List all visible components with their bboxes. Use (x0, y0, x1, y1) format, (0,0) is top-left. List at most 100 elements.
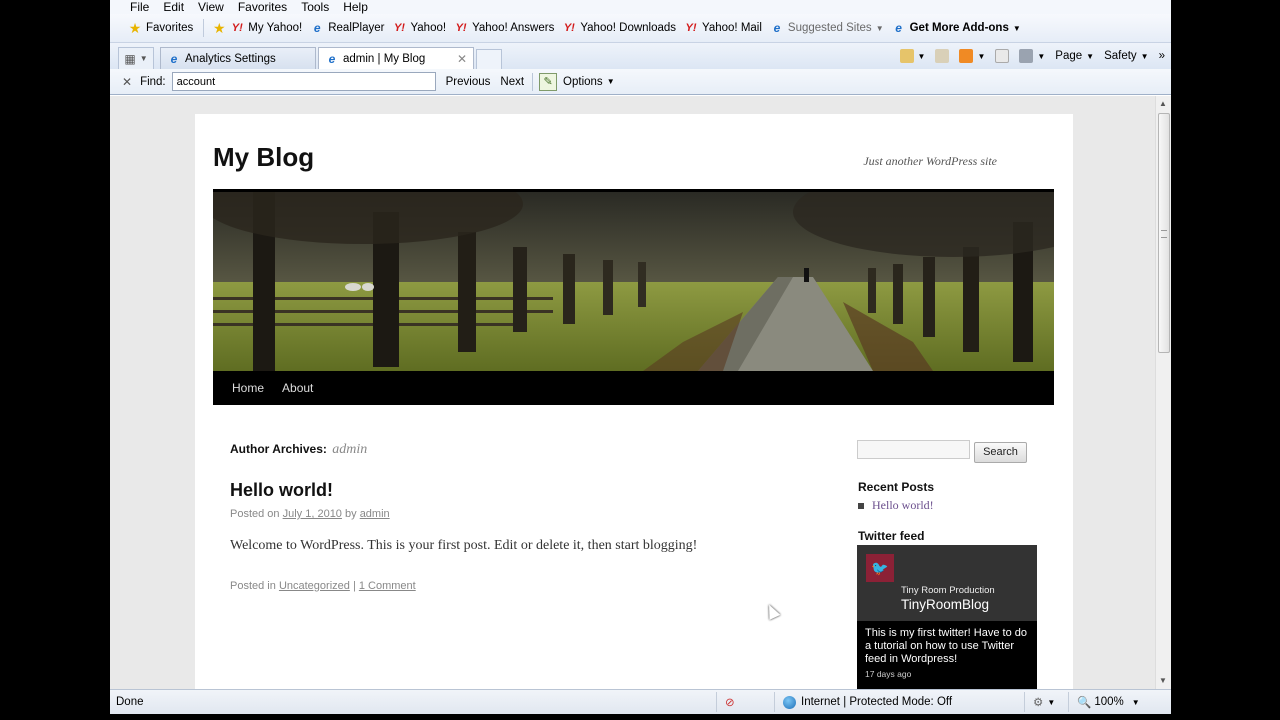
post-author-link[interactable]: admin (360, 508, 390, 520)
site-title[interactable]: My Blog (213, 142, 314, 173)
globe-icon (783, 695, 796, 709)
chevron-down-icon: ▼ (1140, 51, 1149, 61)
fav-suggested-sites[interactable]: e Suggested Sites ▼ (770, 21, 884, 35)
menu-tools[interactable]: Tools (301, 1, 329, 13)
nav-about[interactable]: About (282, 381, 313, 395)
fav-realplayer[interactable]: e RealPlayer (310, 21, 385, 35)
post-date-link[interactable]: July 1, 2010 (283, 508, 342, 520)
screen-edge (1171, 0, 1280, 720)
favorites-divider (203, 19, 205, 37)
home-button[interactable]: ▼ (899, 49, 925, 63)
blog-page: My Blog Just another WordPress site Home… (195, 114, 1073, 689)
menu-edit[interactable]: Edit (163, 1, 184, 13)
vertical-scrollbar[interactable]: ▲ ▼ (1155, 96, 1171, 689)
tab-my-blog[interactable]: e admin | My Blog ✕ (318, 47, 474, 69)
menu-help[interactable]: Help (343, 1, 368, 13)
post-category-link[interactable]: Uncategorized (279, 580, 350, 592)
chevron-down-icon: ▼ (875, 23, 884, 33)
new-tab-button[interactable] (476, 49, 502, 69)
main-nav: Home About (213, 371, 1054, 405)
find-next-button[interactable]: Next (500, 76, 524, 88)
tab-title: admin | My Blog (343, 52, 426, 65)
window-bottom-edge (110, 714, 1171, 720)
site-tagline: Just another WordPress site (863, 154, 997, 168)
menu-view[interactable]: View (198, 1, 224, 13)
post-comments-link[interactable]: 1 Comment (359, 580, 416, 592)
header-image (213, 189, 1054, 371)
chevron-down-icon: ▼ (1037, 51, 1046, 61)
fav-label: Yahoo! Answers (472, 22, 555, 34)
ie-page-icon: e (895, 21, 902, 35)
fav-label: RealPlayer (328, 22, 385, 34)
fav-yahoo-downloads[interactable]: Y! Yahoo! Downloads (562, 21, 676, 35)
more-commands-button[interactable]: » (1159, 50, 1165, 62)
fav-yahoo-mail[interactable]: Y! Yahoo! Mail (684, 21, 762, 35)
hand-button[interactable] (935, 49, 950, 63)
mail-icon (995, 49, 1010, 63)
posted-on-label: Posted on (230, 508, 280, 520)
page-menu[interactable]: Page ▼ (1055, 50, 1094, 62)
menu-bar: File Edit View Favorites Tools Help (110, 0, 1171, 14)
find-input[interactable] (171, 72, 436, 91)
favorites-bar: ★ Favorites ★ Y! My Yahoo! e RealPlayer … (110, 14, 1171, 43)
post-title[interactable]: Hello world! (230, 480, 333, 501)
scrollbar-grip (1161, 230, 1167, 238)
page-menu-label: Page (1055, 50, 1083, 62)
nav-home[interactable]: Home (232, 381, 264, 395)
menu-file[interactable]: File (130, 1, 149, 13)
chevron-down-icon: ▼ (606, 77, 615, 86)
archive-heading: Author Archives: admin (230, 442, 367, 458)
twitter-bird-icon[interactable]: 🐦 (866, 554, 894, 582)
ie-page-icon: e (313, 21, 321, 35)
find-options-label: Options (563, 75, 603, 88)
find-bar: ✕ Find: Previous Next ✎ Options ▼ (110, 69, 1171, 95)
twitter-feed-title: Twitter feed (858, 529, 925, 543)
post-meta: Posted on July 1, 2010 by admin (230, 508, 390, 520)
scrollbar-thumb[interactable] (1158, 113, 1170, 353)
search-button[interactable]: Search (974, 442, 1027, 463)
search-input[interactable] (857, 440, 970, 459)
archive-author: admin (332, 442, 368, 457)
scroll-down-arrow[interactable]: ▼ (1159, 676, 1167, 685)
tweet-time[interactable]: 17 days ago (865, 669, 1029, 679)
close-find-icon[interactable]: ✕ (122, 75, 132, 89)
favorites-button[interactable]: ★ Favorites (128, 21, 194, 35)
privacy-report[interactable]: ⊘ (716, 692, 774, 712)
add-favorite-star-icon[interactable]: ★ (212, 21, 226, 35)
by-label: by (345, 508, 357, 520)
recent-post-link[interactable]: Hello world! (872, 498, 934, 513)
twitter-header: 🐦 Tiny Room Production TinyRoomBlog (857, 545, 1037, 621)
ie-page-icon: e (328, 51, 336, 66)
recent-posts-title: Recent Posts (858, 480, 935, 494)
fav-get-more-addons[interactable]: e Get More Add-ons ▼ (892, 21, 1021, 35)
chevron-down-icon: ▼ (1047, 697, 1056, 707)
yahoo-icon: Y! (685, 22, 697, 34)
zoom-control[interactable]: 🔍 100% ▼ (1068, 692, 1140, 712)
twitter-account-name[interactable]: TinyRoomBlog (901, 597, 989, 612)
print-button[interactable]: ▼ (1019, 49, 1045, 63)
fav-yahoo[interactable]: Y! Yahoo! (392, 21, 446, 35)
post-footer-meta: Posted in Uncategorized | 1 Comment (230, 580, 416, 592)
status-tools-button[interactable]: ⚙ ▼ (1024, 692, 1068, 712)
fav-yahoo-answers[interactable]: Y! Yahoo! Answers (454, 21, 555, 35)
quick-tabs-button[interactable]: ▦ ▼ (118, 47, 154, 69)
fav-label: Yahoo! (410, 22, 447, 34)
feeds-button[interactable]: ▼ (959, 49, 985, 63)
home-icon (899, 49, 914, 63)
scroll-up-arrow[interactable]: ▲ (1159, 99, 1167, 108)
find-previous-button[interactable]: Previous (446, 76, 491, 88)
command-bar: ▼ ▼ ▼ Page ▼ Safety ▼ » (890, 43, 1171, 69)
close-tab-icon[interactable]: ✕ (457, 52, 467, 66)
security-zone[interactable]: Internet | Protected Mode: Off (774, 692, 1024, 712)
find-options-button[interactable]: ✎ Options ▼ (532, 72, 615, 91)
menu-favorites[interactable]: Favorites (238, 1, 287, 13)
tab-analytics-settings[interactable]: e Analytics Settings (160, 47, 316, 69)
safety-menu[interactable]: Safety ▼ (1104, 50, 1149, 62)
fav-label: Yahoo! Mail (702, 22, 762, 34)
posted-in-label: Posted in (230, 580, 276, 592)
mail-button[interactable] (995, 49, 1010, 63)
chevron-right-icon: » (1158, 50, 1165, 62)
fav-my-yahoo[interactable]: Y! My Yahoo! (230, 21, 302, 35)
chevron-down-icon: ▼ (139, 54, 148, 63)
recent-post-item[interactable]: Hello world! (858, 498, 934, 513)
